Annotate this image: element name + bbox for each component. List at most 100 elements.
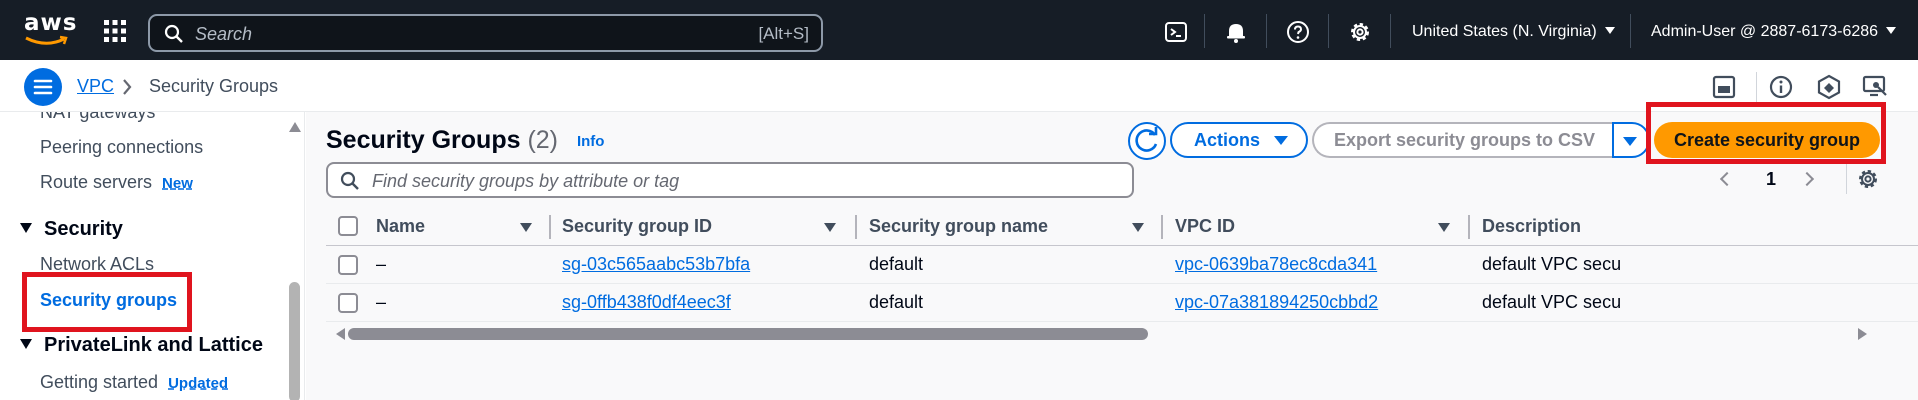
column-resizer[interactable] — [855, 215, 857, 239]
vpc-id-link[interactable]: vpc-07a381894250cbbd2 — [1175, 292, 1378, 312]
filter-search-input[interactable]: Find security groups by attribute or tag — [326, 162, 1134, 198]
sidebar-scrollbar[interactable] — [289, 282, 300, 400]
cell-vpc-id[interactable]: vpc-0639ba78ec8cda341 — [1175, 254, 1377, 275]
sort-caret-icon[interactable] — [1438, 223, 1450, 232]
highlight-box — [1646, 102, 1886, 164]
column-resizer[interactable] — [1468, 215, 1470, 239]
nav-divider — [1266, 14, 1267, 48]
section-label: PrivateLink and Lattice — [44, 334, 263, 356]
previous-page-icon[interactable] — [1719, 171, 1735, 187]
chevron-down-icon — [1886, 27, 1897, 34]
sidebar-item-peering-connections[interactable]: Peering connections — [40, 137, 203, 158]
cell-description: default VPC secu — [1482, 254, 1622, 274]
highlight-box — [22, 272, 192, 332]
search-placeholder: Search — [195, 24, 253, 44]
search-shortcut: [Alt+S] — [758, 24, 809, 43]
region-selector[interactable]: United States (N. Virginia) — [1412, 23, 1615, 41]
refresh-button[interactable] — [1128, 122, 1166, 160]
sidebar-item-label: Getting started — [40, 372, 159, 392]
global-search-input[interactable]: Search [Alt+S] — [148, 14, 823, 52]
caret-down-icon — [20, 339, 32, 349]
util-divider — [1756, 72, 1757, 102]
sidebar-section-privatelink[interactable]: PrivateLink and Lattice — [20, 334, 263, 357]
services-grid-icon[interactable] — [103, 19, 127, 43]
actions-label: Actions — [1194, 130, 1261, 150]
cell-name: – — [376, 254, 387, 274]
region-label: United States (N. Virginia) — [1412, 23, 1597, 40]
sg-id-link[interactable]: sg-03c565aabc53b7bfa — [562, 254, 750, 274]
side-navigation-toggle[interactable] — [24, 68, 62, 106]
column-resizer[interactable] — [549, 215, 551, 239]
account-label: Admin-User @ 2887-6173-6286 — [1651, 23, 1879, 40]
pager-divider — [1846, 164, 1847, 194]
info-link[interactable]: Info — [577, 133, 605, 150]
updated-badge[interactable]: Updated — [168, 375, 228, 392]
scroll-right-arrow-icon[interactable] — [1858, 328, 1867, 340]
sort-caret-icon[interactable] — [1132, 223, 1144, 232]
actions-dropdown-button[interactable]: Actions — [1170, 122, 1308, 158]
sidebar-item-route-servers[interactable]: Route servers New — [40, 172, 193, 193]
cloudshell-icon[interactable] — [1164, 20, 1188, 44]
column-header-sg-name[interactable]: Security group name — [869, 216, 1048, 237]
page-title: Security Groups (2) Info — [326, 126, 604, 155]
select-all-checkbox[interactable] — [338, 216, 358, 236]
account-menu[interactable]: Admin-User @ 2887-6173-6286 — [1651, 23, 1897, 41]
sort-caret-icon[interactable] — [824, 223, 836, 232]
help-icon[interactable] — [1286, 20, 1310, 44]
column-resizer[interactable] — [1161, 215, 1163, 239]
table-header: Name Security group ID Security group na… — [326, 208, 1918, 246]
info-panel-icon[interactable] — [1768, 74, 1794, 100]
aws-logo[interactable]: aws — [24, 10, 78, 48]
column-header-sg-id[interactable]: Security group ID — [562, 216, 712, 237]
feedback-screen-icon[interactable] — [1862, 74, 1888, 100]
nav-divider — [1204, 14, 1205, 48]
scroll-left-arrow-icon[interactable] — [336, 328, 345, 340]
nav-divider — [1328, 14, 1329, 48]
column-header-description[interactable]: Description — [1482, 216, 1581, 237]
cell-sg-name: default — [869, 254, 924, 274]
column-header-name[interactable]: Name — [376, 216, 425, 237]
breadcrumb-vpc-link[interactable]: VPC — [77, 76, 114, 97]
table-horizontal-scrollbar[interactable] — [348, 328, 1148, 340]
cell-sg-name: default — [869, 292, 924, 312]
export-dropdown-button[interactable] — [1612, 122, 1650, 158]
table-row[interactable]: – sg-03c565aabc53b7bfa default vpc-0639b… — [326, 246, 1918, 284]
scroll-up-arrow-icon[interactable] — [289, 122, 301, 132]
refresh-icon — [1135, 127, 1158, 152]
sg-id-link[interactable]: sg-0ffb438f0df4eec3f — [562, 292, 731, 312]
export-csv-button[interactable]: Export security groups to CSV — [1312, 122, 1612, 158]
column-header-vpc-id[interactable]: VPC ID — [1175, 216, 1235, 237]
sidebar-item-getting-started[interactable]: Getting started Updated — [40, 372, 228, 393]
top-navigation: aws Search [Alt+S] United States (N. Vir… — [0, 0, 1918, 60]
row-checkbox[interactable] — [338, 255, 358, 275]
gear-icon[interactable] — [1856, 167, 1880, 191]
breadcrumb-current: Security Groups — [149, 76, 279, 96]
cell-description: default VPC secu — [1482, 292, 1622, 312]
sidebar-section-security[interactable]: Security — [20, 218, 123, 241]
filter-placeholder: Find security groups by attribute or tag — [372, 171, 680, 191]
title-text: Security Groups — [326, 126, 521, 154]
nav-divider — [1390, 14, 1391, 48]
gear-icon[interactable] — [1348, 20, 1372, 44]
table-row[interactable]: – sg-0ffb438f0df4eec3f default vpc-07a38… — [326, 284, 1918, 322]
next-page-icon[interactable] — [1799, 171, 1815, 187]
section-label: Security — [44, 218, 123, 240]
cell-name: – — [376, 292, 387, 312]
aws-logo-text: aws — [24, 10, 78, 36]
bell-icon[interactable] — [1224, 20, 1248, 44]
vpc-id-link[interactable]: vpc-0639ba78ec8cda341 — [1175, 254, 1377, 274]
new-badge[interactable]: New — [162, 175, 193, 192]
sidebar-item-nat-gateways[interactable]: NAT gateways — [40, 112, 155, 123]
sort-caret-icon[interactable] — [520, 223, 532, 232]
security-hub-icon[interactable] — [1816, 74, 1842, 100]
row-checkbox[interactable] — [338, 293, 358, 313]
search-icon — [340, 171, 359, 190]
hamburger-icon — [33, 79, 53, 95]
split-panel-icon[interactable] — [1711, 74, 1737, 100]
cell-vpc-id[interactable]: vpc-07a381894250cbbd2 — [1175, 292, 1378, 313]
current-page-number[interactable]: 1 — [1766, 169, 1776, 190]
cell-sg-id[interactable]: sg-0ffb438f0df4eec3f — [562, 292, 731, 313]
caret-down-icon — [20, 223, 32, 233]
side-navigation: NAT gateways Peering connections Route s… — [0, 112, 305, 400]
cell-sg-id[interactable]: sg-03c565aabc53b7bfa — [562, 254, 750, 275]
